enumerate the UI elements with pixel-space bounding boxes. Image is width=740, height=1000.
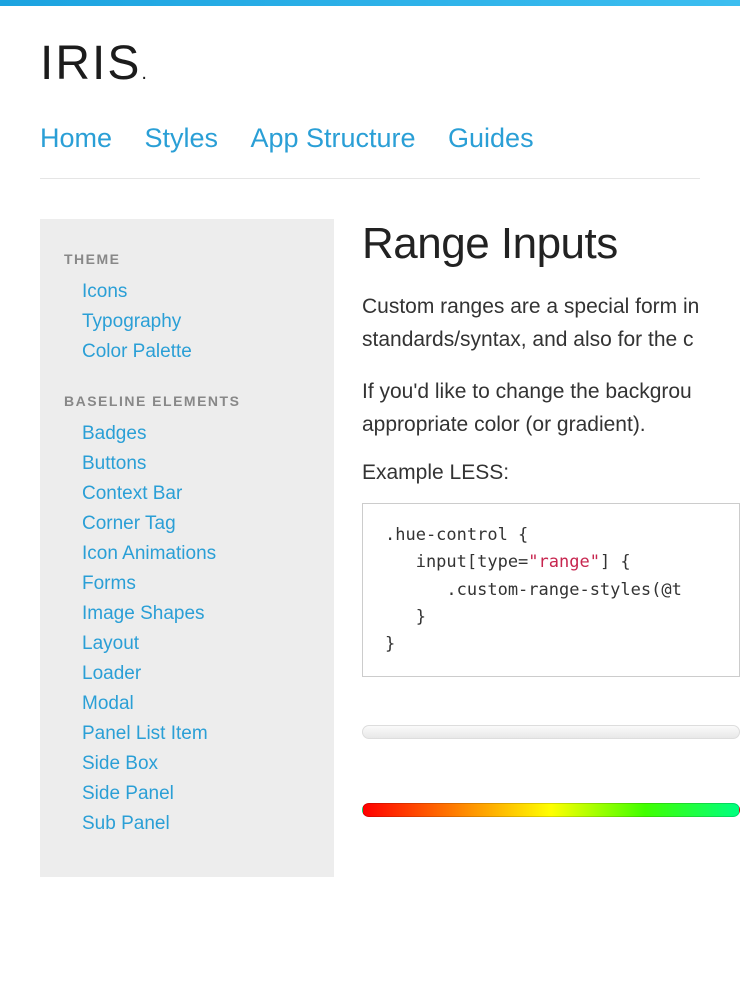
nav-app-structure[interactable]: App Structure: [250, 123, 415, 154]
code-line-4: }: [385, 607, 426, 627]
sidebar-heading-baseline: BASELINE ELEMENTS: [64, 393, 310, 409]
code-example: .hue-control { input[type="range"] { .cu…: [362, 503, 740, 677]
sidebar-list-theme: Icons Typography Color Palette: [64, 281, 310, 363]
logo-dot: .: [141, 62, 149, 84]
sidebar-item-context-bar[interactable]: Context Bar: [82, 483, 182, 504]
code-line-2a: input[type=: [385, 552, 528, 572]
para1-line1: Custom ranges are a special form in: [362, 291, 740, 324]
main-content: Range Inputs Custom ranges are a special…: [334, 219, 740, 877]
intro-paragraph-1: Custom ranges are a special form in stan…: [362, 291, 740, 356]
sidebar-item-typography[interactable]: Typography: [82, 311, 181, 332]
sidebar-list-baseline: Badges Buttons Context Bar Corner Tag Ic…: [64, 423, 310, 835]
sidebar-item-layout[interactable]: Layout: [82, 633, 139, 654]
logo: IRIS.: [40, 36, 700, 91]
sidebar: THEME Icons Typography Color Palette BAS…: [40, 219, 334, 877]
code-line-1: .hue-control {: [385, 525, 528, 545]
page-title: Range Inputs: [362, 219, 740, 269]
sidebar-item-side-box[interactable]: Side Box: [82, 753, 158, 774]
sidebar-item-icons[interactable]: Icons: [82, 281, 127, 302]
sidebar-item-forms[interactable]: Forms: [82, 573, 136, 594]
sidebar-item-modal[interactable]: Modal: [82, 693, 134, 714]
nav-styles[interactable]: Styles: [144, 123, 218, 154]
sidebar-item-icon-animations[interactable]: Icon Animations: [82, 543, 216, 564]
sidebar-item-sub-panel[interactable]: Sub Panel: [82, 813, 170, 834]
sidebar-item-buttons[interactable]: Buttons: [82, 453, 146, 474]
nav-home[interactable]: Home: [40, 123, 112, 154]
para1-line2: standards/syntax, and also for the c: [362, 324, 740, 357]
code-line-3: .custom-range-styles(@t: [385, 580, 682, 600]
code-line-2-string: "range": [528, 552, 600, 572]
sidebar-item-badges[interactable]: Badges: [82, 423, 146, 444]
example-label: Example LESS:: [362, 461, 740, 485]
code-line-2b: ] {: [600, 552, 631, 572]
sidebar-heading-theme: THEME: [64, 251, 310, 267]
para2-line2: appropriate color (or gradient).: [362, 409, 740, 442]
sidebar-item-side-panel[interactable]: Side Panel: [82, 783, 174, 804]
logo-text: IRIS: [40, 37, 141, 90]
range-input-hue[interactable]: [362, 803, 740, 817]
range-input-plain[interactable]: [362, 725, 740, 739]
sidebar-item-panel-list-item[interactable]: Panel List Item: [82, 723, 208, 744]
primary-nav: Home Styles App Structure Guides: [40, 123, 700, 179]
para2-line1: If you'd like to change the backgrou: [362, 376, 740, 409]
code-line-5: }: [385, 634, 395, 654]
sidebar-item-color-palette[interactable]: Color Palette: [82, 341, 192, 362]
intro-paragraph-2: If you'd like to change the backgrou app…: [362, 376, 740, 441]
sidebar-item-loader[interactable]: Loader: [82, 663, 141, 684]
nav-guides[interactable]: Guides: [448, 123, 534, 154]
sidebar-item-image-shapes[interactable]: Image Shapes: [82, 603, 205, 624]
sidebar-item-corner-tag[interactable]: Corner Tag: [82, 513, 176, 534]
